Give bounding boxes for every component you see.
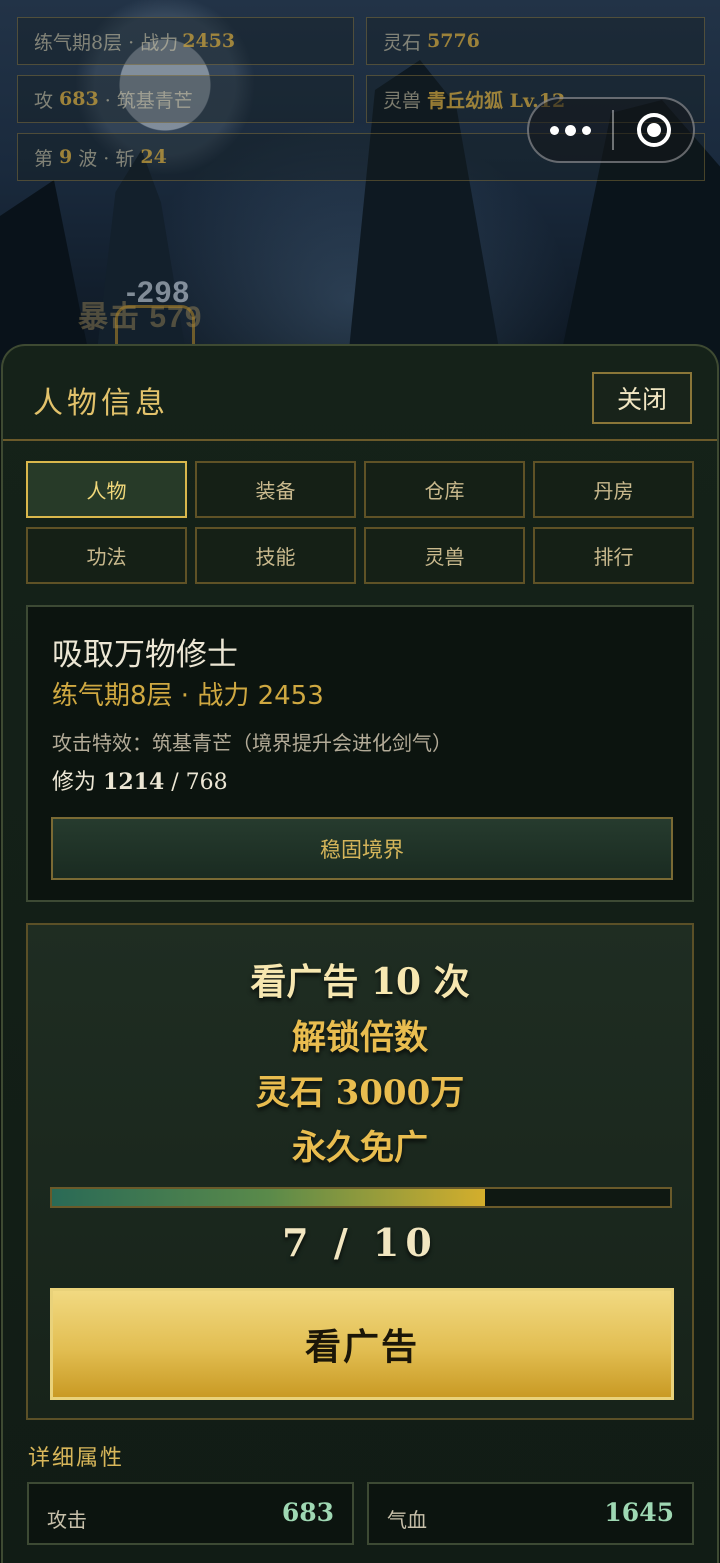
tab-warehouse[interactable]: 仓库 (364, 461, 525, 518)
hud-stones-value: 5776 (427, 30, 480, 52)
character-card: 吸取万物修士 练气期8层 · 战力 2453 攻击特效：筑基青芒（境界提升会进化… (26, 605, 694, 902)
hud-wave-mid: 波 · 斩 (78, 147, 135, 170)
tab-equipment[interactable]: 装备 (195, 461, 356, 518)
mountain-silhouette (0, 180, 90, 360)
attribute-label: 攻击 (47, 1508, 87, 1532)
tab-skills[interactable]: 技能 (195, 527, 356, 584)
hud-wave-value: 9 (59, 146, 73, 168)
hud-attack-label: 攻 (34, 89, 54, 112)
hud-attack: 攻 683 · 筑基青芒 (17, 75, 354, 123)
character-realm: 练气期8层 · 战力 2453 (52, 681, 324, 711)
hud-realm-label: 练气期8层 · 战力 (34, 31, 179, 54)
ad-reward-multiplier: 解锁倍数 (292, 1018, 428, 1058)
ad-progress-text: 7 / 10 (282, 1220, 438, 1265)
character-attack-effect: 攻击特效：筑基青芒（境界提升会进化剑气） (52, 731, 452, 755)
more-menu-icon[interactable] (529, 99, 612, 161)
hud-wave-label: 第 (34, 147, 54, 170)
ad-requirement: 看广告 10 次 (250, 961, 470, 1003)
attribute-value: 1645 (604, 1498, 674, 1527)
hud-realm-power: 练气期8层 · 战力 2453 (17, 17, 354, 65)
hud-attack-effect: · 筑基青芒 (104, 89, 193, 112)
ad-progress-bar (50, 1187, 672, 1208)
tab-spirit-beast[interactable]: 灵兽 (364, 527, 525, 584)
cultivation-separator: / (171, 770, 179, 795)
ad-reward-card: 看广告 10 次 解锁倍数 灵石 3000万 永久免广 7 / 10 看广告 (26, 923, 694, 1420)
hud-power-value: 2453 (182, 30, 236, 52)
hud-beast-label: 灵兽 (383, 89, 422, 112)
attribute-value: 683 (281, 1498, 334, 1527)
cultivation-max: 768 (185, 770, 228, 795)
panel-title: 人物信息 (33, 386, 169, 421)
character-name: 吸取万物修士 (52, 637, 238, 673)
attribute-hp: 气血 1645 (367, 1482, 694, 1545)
hud-spirit-stones: 灵石 5776 (366, 17, 705, 65)
ad-reward-stones: 灵石 3000万 (255, 1073, 465, 1113)
exit-miniprogram-icon[interactable] (614, 99, 693, 161)
tab-alchemy[interactable]: 丹房 (533, 461, 694, 518)
attribute-attack: 攻击 683 (27, 1482, 354, 1545)
tab-techniques[interactable]: 功法 (26, 527, 187, 584)
cultivation-progress: 修为 1214 / 768 (52, 764, 228, 796)
tab-ranking[interactable]: 排行 (533, 527, 694, 584)
panel-header: 人物信息 关闭 (3, 346, 717, 441)
close-button[interactable]: 关闭 (592, 372, 692, 424)
hud-attack-value: 683 (59, 88, 99, 110)
attribute-label: 气血 (387, 1508, 427, 1532)
tab-character[interactable]: 人物 (26, 461, 187, 518)
hud-stones-label: 灵石 (383, 31, 422, 54)
attributes-section-title: 详细属性 (28, 1446, 125, 1471)
ad-progress-fill (52, 1189, 485, 1206)
ad-reward-no-ads: 永久免广 (292, 1128, 428, 1168)
miniprogram-capsule (527, 97, 695, 163)
stabilize-realm-button[interactable]: 稳固境界 (51, 817, 673, 880)
hud-kills-value: 24 (140, 146, 167, 168)
watch-ad-button[interactable]: 看广告 (50, 1288, 674, 1400)
cultivation-label: 修为 (52, 770, 97, 795)
cultivation-current: 1214 (103, 769, 165, 795)
